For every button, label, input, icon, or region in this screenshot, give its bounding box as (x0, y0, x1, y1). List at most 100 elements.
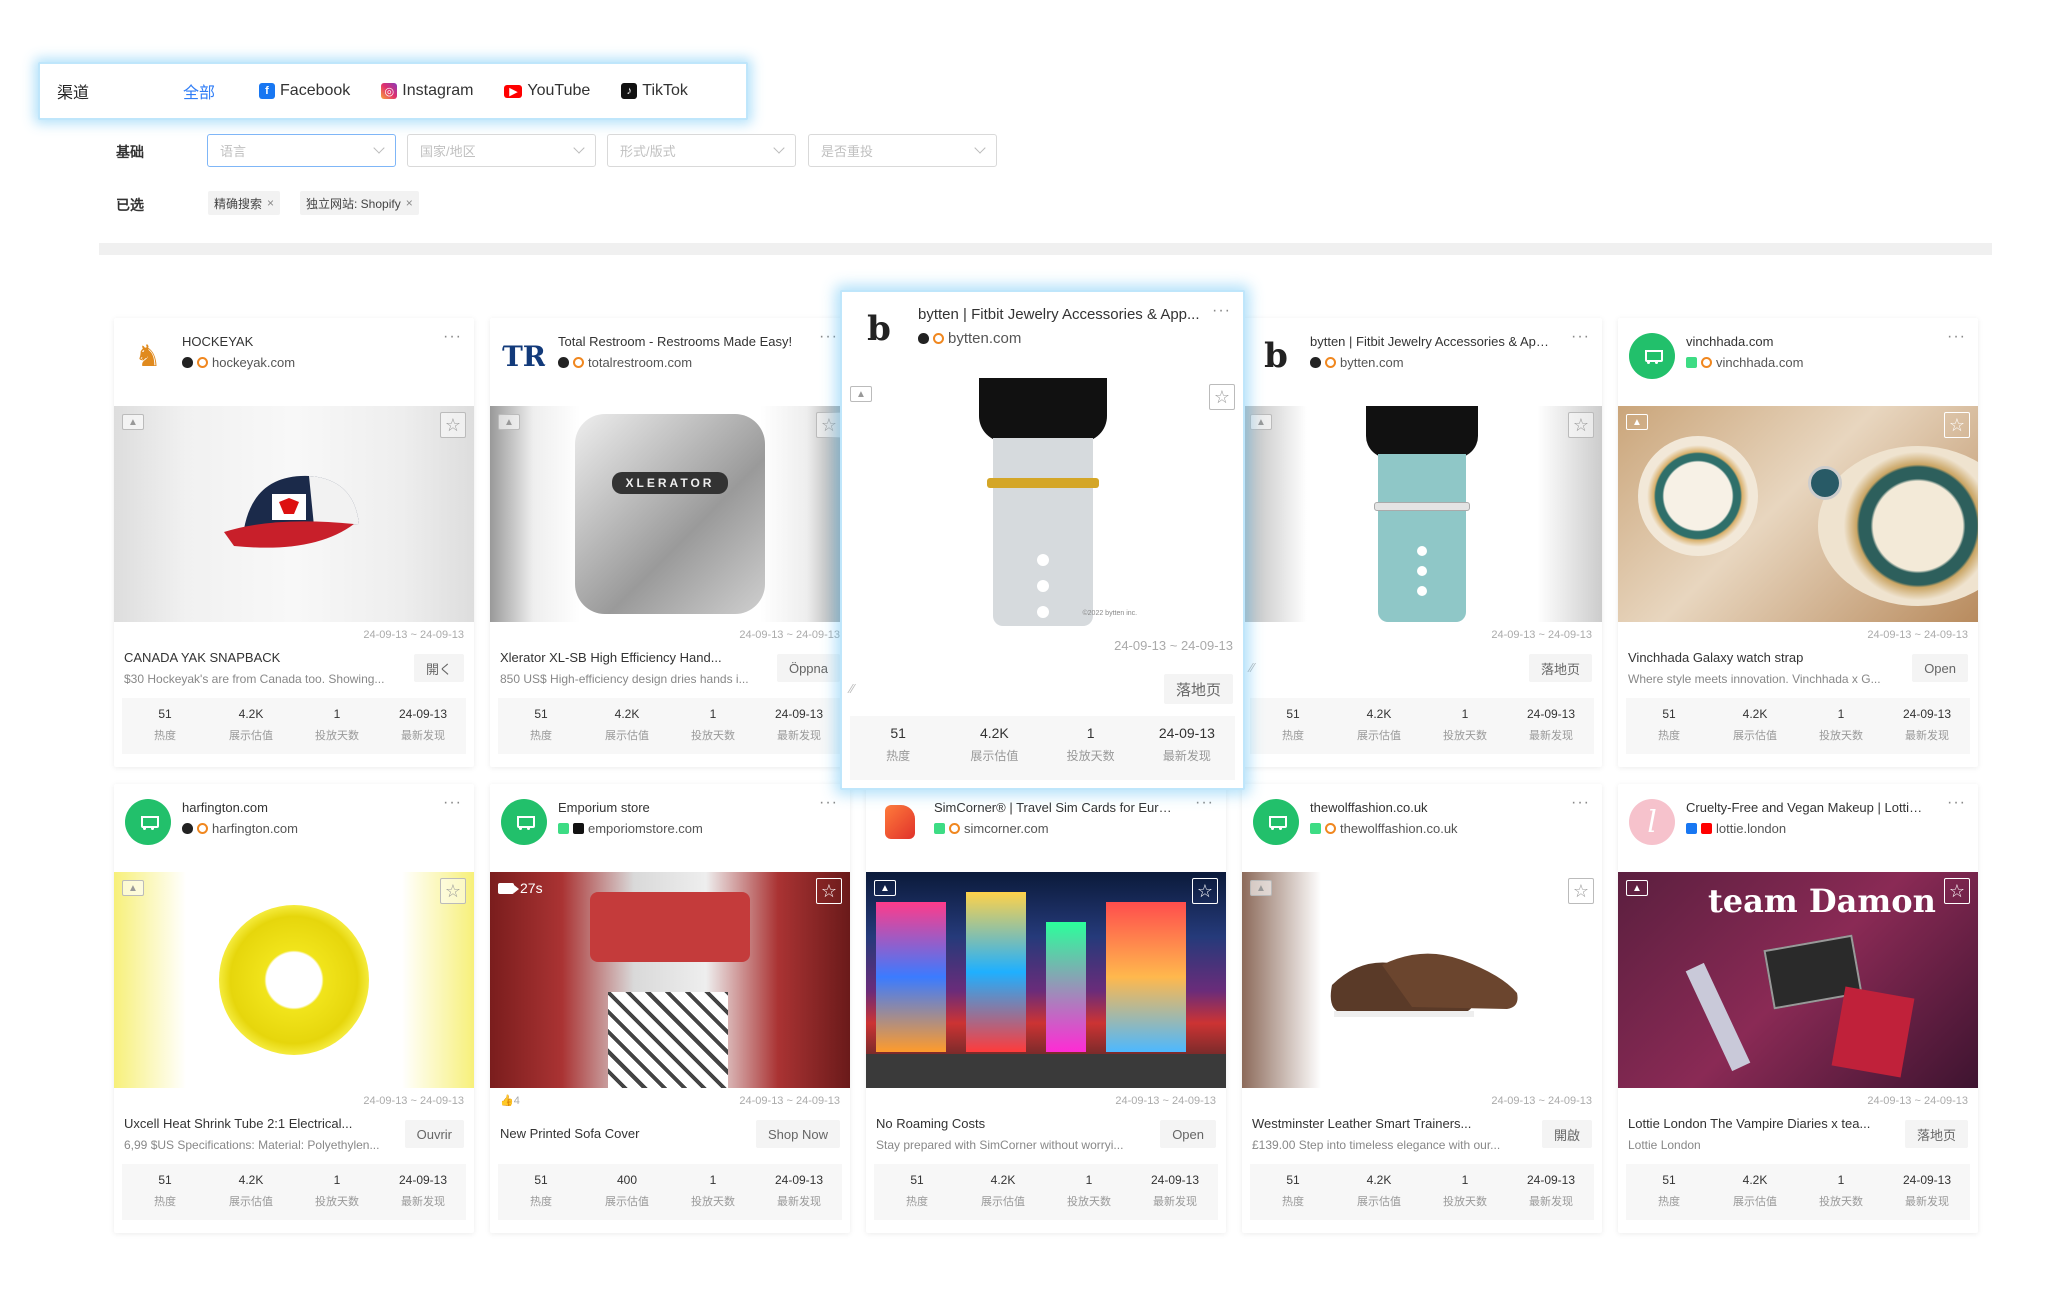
cta-button[interactable]: 落地页 (1528, 654, 1592, 682)
ad-card[interactable]: TR Total Restroom - Restrooms Made Easy!… (490, 318, 850, 767)
more-options-icon[interactable]: ··· (1947, 794, 1966, 812)
favorite-star-icon[interactable]: ☆ (1568, 412, 1594, 438)
advertiser-name[interactable]: harfington.com (182, 800, 422, 815)
ad-card[interactable]: b bytten | Fitbit Jewelry Accessories & … (1242, 318, 1602, 767)
country-select[interactable]: 国家/地区 (407, 134, 596, 167)
advertiser-domain[interactable]: totalrestroom.com (558, 355, 692, 370)
advertiser-name[interactable]: bytten | Fitbit Jewelry Accessories & Ap… (918, 306, 1208, 323)
ad-media[interactable]: 27s ☆ (490, 872, 850, 1088)
channel-facebook[interactable]: f Facebook (259, 82, 350, 100)
cta-button[interactable]: Open (1912, 654, 1968, 682)
ad-card[interactable]: b bytten | Fitbit Jewelry Accessories & … (840, 290, 1245, 790)
favorite-star-icon[interactable]: ☆ (1944, 878, 1970, 904)
ad-media[interactable]: ▲ ☆ (114, 872, 474, 1088)
ring-icon (1701, 357, 1712, 368)
more-options-icon[interactable]: ··· (819, 794, 838, 812)
avatar (125, 799, 171, 845)
advertiser-name[interactable]: Cruelty-Free and Vegan Makeup | Lottie .… (1686, 800, 1926, 815)
stat-popularity: 51 热度 (1282, 707, 1304, 742)
advertiser-name[interactable]: Total Restroom - Restrooms Made Easy! (558, 334, 798, 349)
channel-tiktok[interactable]: ♪ TikTok (621, 82, 688, 100)
image-type-icon: ▲ (498, 414, 520, 430)
more-options-icon[interactable]: ··· (1195, 794, 1214, 812)
channel-youtube[interactable]: ▶ YouTube (504, 82, 590, 100)
advertiser-domain[interactable]: bytten.com (1310, 355, 1404, 370)
advertiser-domain[interactable]: simcorner.com (934, 821, 1049, 836)
ad-media[interactable]: team Damon ▲ ☆ (1618, 872, 1978, 1088)
more-options-icon[interactable]: ··· (1571, 328, 1590, 346)
yak-logo-icon: ♞ (134, 339, 162, 373)
advertiser-domain[interactable]: harfington.com (182, 821, 298, 836)
cta-button[interactable]: Ouvrir (404, 1120, 464, 1148)
ad-media[interactable]: ▲ ☆ (114, 406, 474, 622)
more-options-icon[interactable]: ··· (1947, 328, 1966, 346)
ad-card[interactable]: harfington.com harfington.com ··· ▲ ☆ 24… (114, 784, 474, 1233)
more-options-icon[interactable]: ··· (819, 328, 838, 346)
cta-button[interactable]: 開啟 (1541, 1120, 1592, 1148)
favorite-star-icon[interactable]: ☆ (816, 878, 842, 904)
ad-media[interactable]: ▲ ☆ (1242, 406, 1602, 622)
ad-card[interactable]: l Cruelty-Free and Vegan Makeup | Lottie… (1618, 784, 1978, 1233)
advertiser-domain[interactable]: lottie.london (1686, 821, 1786, 836)
advertiser-name[interactable]: bytten | Fitbit Jewelry Accessories & Ap… (1310, 334, 1550, 349)
cta-button[interactable]: 開く (413, 654, 464, 682)
tiktok-icon (573, 823, 584, 834)
ad-card[interactable]: thewolffashion.co.uk thewolffashion.co.u… (1242, 784, 1602, 1233)
format-select[interactable]: 形式/版式 (607, 134, 796, 167)
favorite-star-icon[interactable]: ☆ (440, 412, 466, 438)
language-select[interactable]: 语言 (207, 134, 396, 167)
ad-card[interactable]: ♞ HOCKEYAK hockeyak.com ··· ▲ ☆ 24-09-13… (114, 318, 474, 767)
channel-all[interactable]: 全部 (183, 79, 215, 103)
advertiser-domain[interactable]: hockeyak.com (182, 355, 295, 370)
advertiser-domain[interactable]: bytten.com (918, 330, 1021, 347)
ad-media[interactable]: ©2022 bytten inc. ▲ ☆ (842, 378, 1243, 626)
ad-media[interactable]: ▲ ☆ (1242, 872, 1602, 1088)
advertiser-name[interactable]: thewolffashion.co.uk (1310, 800, 1550, 815)
advertiser-name[interactable]: vinchhada.com (1686, 334, 1926, 349)
lottie-logo-icon: l (1647, 804, 1657, 840)
favorite-star-icon[interactable]: ☆ (1192, 878, 1218, 904)
date-range: 24-09-13 ~ 24-09-13 (1491, 1095, 1592, 1107)
advertiser-name[interactable]: HOCKEYAK (182, 334, 422, 349)
close-icon[interactable]: × (406, 196, 413, 210)
stat-impressions: 4.2K 展示估值 (970, 725, 1019, 763)
more-options-icon[interactable]: ··· (443, 328, 462, 346)
advertiser-domain[interactable]: emporiomstore.com (558, 821, 703, 836)
ad-card[interactable]: SimCorner® | Travel Sim Cards for Europ.… (866, 784, 1226, 1233)
advertiser-domain[interactable]: vinchhada.com (1686, 355, 1803, 370)
ad-media[interactable]: ▲ ☆ (1618, 406, 1978, 622)
cta-button[interactable]: 落地页 (1163, 674, 1233, 704)
more-options-icon[interactable]: ··· (1212, 302, 1231, 320)
avatar: b (1253, 333, 1299, 379)
more-options-icon[interactable]: ··· (443, 794, 462, 812)
advertiser-name[interactable]: Emporium store (558, 800, 798, 815)
avatar (1629, 333, 1675, 379)
cta-button[interactable]: 落地页 (1904, 1120, 1968, 1148)
advertiser-domain[interactable]: thewolffashion.co.uk (1310, 821, 1458, 836)
ad-card[interactable]: Emporium store emporiomstore.com ··· 27s… (490, 784, 850, 1233)
more-options-icon[interactable]: ··· (1571, 794, 1590, 812)
ad-card[interactable]: vinchhada.com vinchhada.com ··· ▲ ☆ 24-0… (1618, 318, 1978, 767)
ad-title: Xlerator XL-SB High Efficiency Hand... (500, 650, 722, 665)
ad-media[interactable]: ▲ ☆ (866, 872, 1226, 1088)
favorite-star-icon[interactable]: ☆ (1568, 878, 1594, 904)
favorite-star-icon[interactable]: ☆ (816, 412, 842, 438)
cta-button[interactable]: Open (1160, 1120, 1216, 1148)
avatar (877, 799, 923, 845)
advertiser-name[interactable]: SimCorner® | Travel Sim Cards for Europ.… (934, 800, 1174, 815)
close-icon[interactable]: × (267, 196, 274, 210)
cta-button[interactable]: Shop Now (756, 1120, 840, 1148)
channel-instagram[interactable]: ◎ Instagram (381, 82, 473, 100)
stat-popularity: 51 热度 (1658, 707, 1680, 742)
favorite-star-icon[interactable]: ☆ (1209, 384, 1235, 410)
retarget-select[interactable]: 是否重投 (808, 134, 997, 167)
card-header: l Cruelty-Free and Vegan Makeup | Lottie… (1618, 784, 1978, 872)
stat-days: 1 投放天数 (1066, 725, 1115, 763)
image-type-icon: ▲ (850, 386, 872, 402)
ad-media[interactable]: XLERATOR ▲ ☆ (490, 406, 850, 622)
favorite-star-icon[interactable]: ☆ (440, 878, 466, 904)
tiktok-icon: ♪ (621, 83, 638, 99)
xlerator-brand-label: XLERATOR (611, 472, 729, 494)
cta-button[interactable]: Öppna (776, 654, 840, 682)
favorite-star-icon[interactable]: ☆ (1944, 412, 1970, 438)
